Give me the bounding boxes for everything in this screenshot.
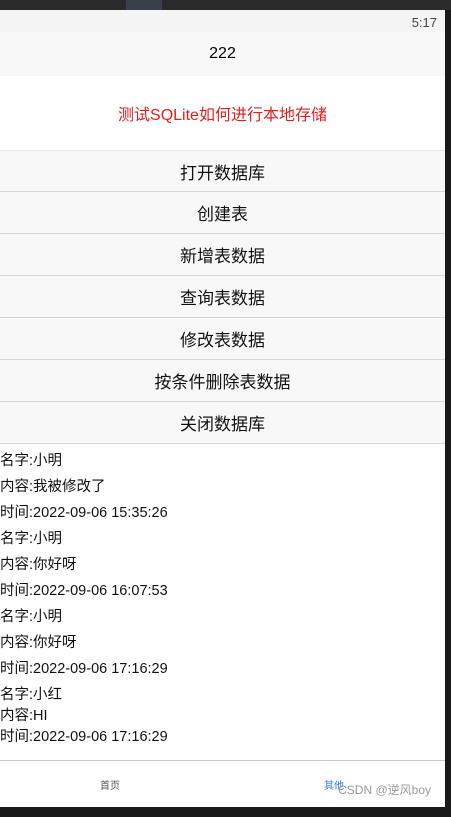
- list-item: 名字:小明 内容:你好呀 时间:2022-09-06 16:07:53: [0, 530, 445, 600]
- record-name: 名字:小红: [0, 687, 63, 703]
- action-button-list: 打开数据库 创建表 新增表数据 查询表数据 修改表数据 按条件删除表数据 关闭数…: [0, 150, 445, 444]
- close-database-button[interactable]: 关闭数据库: [0, 402, 445, 444]
- phone-screen: 5:17 222 测试SQLite如何进行本地存储 打开数据库 创建表 新增表数…: [0, 10, 445, 807]
- open-database-button[interactable]: 打开数据库: [0, 150, 445, 192]
- record-content: 内容:HI: [0, 708, 48, 724]
- status-bar: 5:17: [0, 10, 445, 32]
- insert-data-button[interactable]: 新增表数据: [0, 234, 445, 276]
- record-content: 内容:你好呀: [0, 557, 77, 573]
- record-time: 时间:2022-09-06 17:16:29: [0, 729, 168, 745]
- navigation-bar: 222: [0, 32, 445, 76]
- record-time: 时间:2022-09-06 17:16:29: [0, 661, 168, 677]
- window-tab-indicator: [126, 0, 162, 10]
- record-name: 名字:小明: [0, 453, 63, 469]
- record-content: 内容:你好呀: [0, 635, 77, 651]
- update-data-button[interactable]: 修改表数据: [0, 318, 445, 360]
- delete-by-condition-button[interactable]: 按条件删除表数据: [0, 360, 445, 402]
- headline-text: 测试SQLite如何进行本地存储: [118, 107, 327, 124]
- create-table-button[interactable]: 创建表: [0, 192, 445, 234]
- csdn-watermark: CSDN @逆风boy: [338, 783, 431, 797]
- record-time: 时间:2022-09-06 16:07:53: [0, 583, 168, 599]
- list-item: 名字:小明 内容:你好呀 时间:2022-09-06 17:16:29: [0, 608, 445, 678]
- status-time: 5:17: [411, 15, 437, 30]
- screenshot-frame: 5:17 222 测试SQLite如何进行本地存储 打开数据库 创建表 新增表数…: [0, 0, 451, 817]
- record-content: 内容:我被修改了: [0, 479, 106, 495]
- record-name: 名字:小明: [0, 531, 63, 547]
- record-list: 名字:小明 内容:我被修改了 时间:2022-09-06 15:35:26 名字…: [0, 451, 445, 746]
- record-name: 名字:小明: [0, 609, 63, 625]
- window-top-strip: [0, 0, 451, 10]
- query-data-button[interactable]: 查询表数据: [0, 276, 445, 318]
- page-title: 222: [209, 45, 236, 62]
- tab-home[interactable]: 首页: [100, 777, 120, 792]
- list-item: 名字:小红 内容:HI 时间:2022-09-06 17:16:29: [0, 686, 445, 746]
- list-item: 名字:小明 内容:我被修改了 时间:2022-09-06 15:35:26: [0, 452, 445, 522]
- record-time: 时间:2022-09-06 15:35:26: [0, 505, 168, 521]
- headline-section: 测试SQLite如何进行本地存储: [0, 76, 445, 150]
- tab-bar: 首页 其他 CSDN @逆风boy: [0, 760, 445, 807]
